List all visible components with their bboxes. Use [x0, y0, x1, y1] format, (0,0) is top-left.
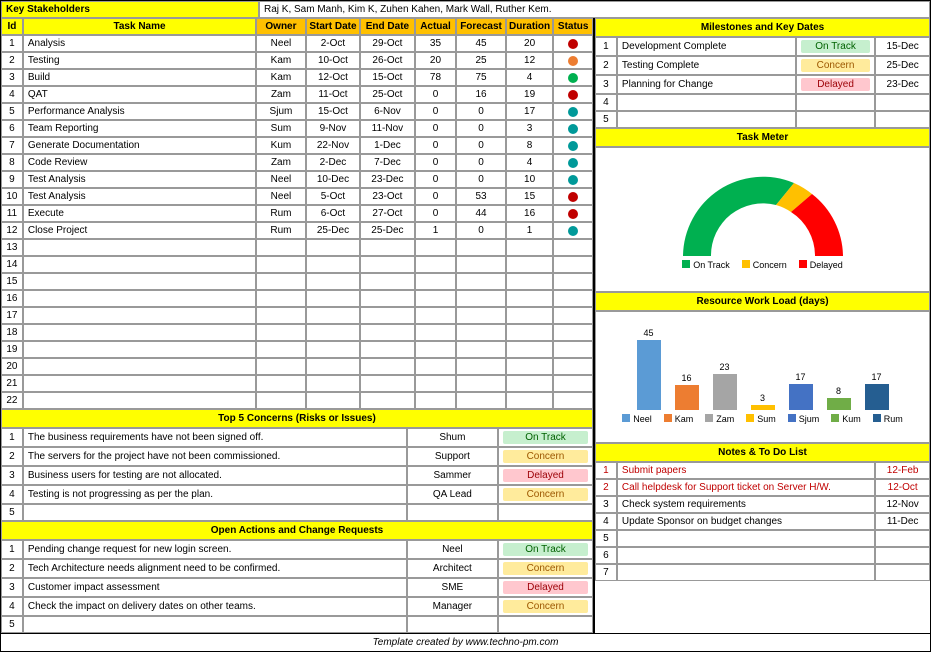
footer-text: Template created by www.techno-pm.com: [1, 633, 930, 651]
status-dot-icon: [568, 192, 578, 202]
issue-row[interactable]: 3 Customer impact assessment SME Delayed: [1, 578, 593, 597]
bar-Zam: 23: [711, 362, 739, 410]
bar-Kum: 8: [825, 386, 853, 410]
workload-header: Resource Work Load (days): [595, 292, 930, 311]
milestone-row[interactable]: 1 Development Complete On Track 15-Dec: [595, 37, 930, 56]
hdr-actual: Actual: [415, 18, 457, 35]
table-row[interactable]: 22: [1, 392, 593, 409]
table-row[interactable]: 14: [1, 256, 593, 273]
note-row[interactable]: 1 Submit papers 12-Feb: [595, 462, 930, 479]
bar-Kam: 16: [673, 373, 701, 410]
note-row[interactable]: 4 Update Sponsor on budget changes 11-De…: [595, 513, 930, 530]
hdr-forecast: Forecast: [456, 18, 506, 35]
table-row[interactable]: 8 Code Review Zam 2-Dec 7-Dec 0 0 4: [1, 154, 593, 171]
note-row[interactable]: 2 Call helpdesk for Support ticket on Se…: [595, 479, 930, 496]
table-row[interactable]: 3 Build Kam 12-Oct 15-Oct 78 75 4: [1, 69, 593, 86]
hdr-task: Task Name: [23, 18, 256, 35]
issue-row[interactable]: 1 The business requirements have not bee…: [1, 428, 593, 447]
bar-Sjum: 17: [787, 372, 815, 410]
milestone-row[interactable]: 2 Testing Complete Concern 25-Dec: [595, 56, 930, 75]
status-dot-icon: [568, 209, 578, 219]
table-row[interactable]: 19: [1, 341, 593, 358]
actions-header: Open Actions and Change Requests: [1, 521, 593, 540]
status-dot-icon: [568, 226, 578, 236]
table-row[interactable]: 18: [1, 324, 593, 341]
hdr-id: Id: [1, 18, 23, 35]
status-dot-icon: [568, 90, 578, 100]
milestone-row[interactable]: 4: [595, 94, 930, 111]
bar-Sum: 3: [749, 393, 777, 410]
status-dot-icon: [568, 158, 578, 168]
table-row[interactable]: 13: [1, 239, 593, 256]
note-row[interactable]: 6: [595, 547, 930, 564]
task-header-row: Id Task Name Owner Start Date End Date A…: [1, 18, 593, 35]
status-dot-icon: [568, 175, 578, 185]
bar-Neel: 45: [635, 328, 663, 410]
table-row[interactable]: 7 Generate Documentation Kum 22-Nov 1-De…: [1, 137, 593, 154]
issue-row[interactable]: 4 Check the impact on delivery dates on …: [1, 597, 593, 616]
milestone-row[interactable]: 5: [595, 111, 930, 128]
issue-row[interactable]: 4 Testing is not progressing as per the …: [1, 485, 593, 504]
stakeholders-row: Key Stakeholders Raj K, Sam Manh, Kim K,…: [1, 1, 930, 18]
stakeholders-label: Key Stakeholders: [1, 1, 259, 18]
status-dot-icon: [568, 56, 578, 66]
table-row[interactable]: 11 Execute Rum 6-Oct 27-Oct 0 44 16: [1, 205, 593, 222]
table-row[interactable]: 9 Test Analysis Neel 10-Dec 23-Dec 0 0 1…: [1, 171, 593, 188]
table-row[interactable]: 20: [1, 358, 593, 375]
notes-header: Notes & To Do List: [595, 443, 930, 462]
table-row[interactable]: 17: [1, 307, 593, 324]
issue-row[interactable]: 5: [1, 616, 593, 633]
table-row[interactable]: 1 Analysis Neel 2-Oct 29-Oct 35 45 20: [1, 35, 593, 52]
note-row[interactable]: 7: [595, 564, 930, 581]
note-row[interactable]: 3 Check system requirements 12-Nov: [595, 496, 930, 513]
milestone-row[interactable]: 3 Planning for Change Delayed 23-Dec: [595, 75, 930, 94]
issue-row[interactable]: 5: [1, 504, 593, 521]
hdr-duration: Duration: [506, 18, 554, 35]
status-dot-icon: [568, 124, 578, 134]
stakeholders-value[interactable]: Raj K, Sam Manh, Kim K, Zuhen Kahen, Mar…: [259, 1, 930, 18]
meter-header: Task Meter: [595, 128, 930, 147]
table-row[interactable]: 12 Close Project Rum 25-Dec 25-Dec 1 0 1: [1, 222, 593, 239]
milestones-header: Milestones and Key Dates: [595, 18, 930, 37]
table-row[interactable]: 2 Testing Kam 10-Oct 26-Oct 20 25 12: [1, 52, 593, 69]
status-dot-icon: [568, 73, 578, 83]
issue-row[interactable]: 3 Business users for testing are not all…: [1, 466, 593, 485]
table-row[interactable]: 21: [1, 375, 593, 392]
legend-ontrack: On Track: [693, 260, 730, 270]
hdr-start: Start Date: [306, 18, 360, 35]
table-row[interactable]: 5 Performance Analysis Sjum 15-Oct 6-Nov…: [1, 103, 593, 120]
issue-row[interactable]: 2 The servers for the project have not b…: [1, 447, 593, 466]
issue-row[interactable]: 2 Tech Architecture needs alignment need…: [1, 559, 593, 578]
table-row[interactable]: 15: [1, 273, 593, 290]
concerns-header: Top 5 Concerns (Risks or Issues): [1, 409, 593, 428]
hdr-status: Status: [553, 18, 593, 35]
hdr-owner: Owner: [256, 18, 306, 35]
hdr-end: End Date: [360, 18, 414, 35]
table-row[interactable]: 4 QAT Zam 11-Oct 25-Oct 0 16 19: [1, 86, 593, 103]
issue-row[interactable]: 1 Pending change request for new login s…: [1, 540, 593, 559]
status-dot-icon: [568, 141, 578, 151]
note-row[interactable]: 5: [595, 530, 930, 547]
workload-chart: 45 16 23 3 17 8 17 NeelKamZamSumSjumKumR…: [595, 311, 930, 443]
gauge-icon: [663, 156, 863, 256]
table-row[interactable]: 16: [1, 290, 593, 307]
task-meter-chart: On Track Concern Delayed: [595, 147, 930, 292]
legend-delayed: Delayed: [810, 260, 843, 270]
status-dot-icon: [568, 107, 578, 117]
table-row[interactable]: 10 Test Analysis Neel 5-Oct 23-Oct 0 53 …: [1, 188, 593, 205]
legend-concern: Concern: [753, 260, 787, 270]
table-row[interactable]: 6 Team Reporting Sum 9-Nov 11-Nov 0 0 3: [1, 120, 593, 137]
bar-Rum: 17: [863, 372, 891, 410]
status-dot-icon: [568, 39, 578, 49]
